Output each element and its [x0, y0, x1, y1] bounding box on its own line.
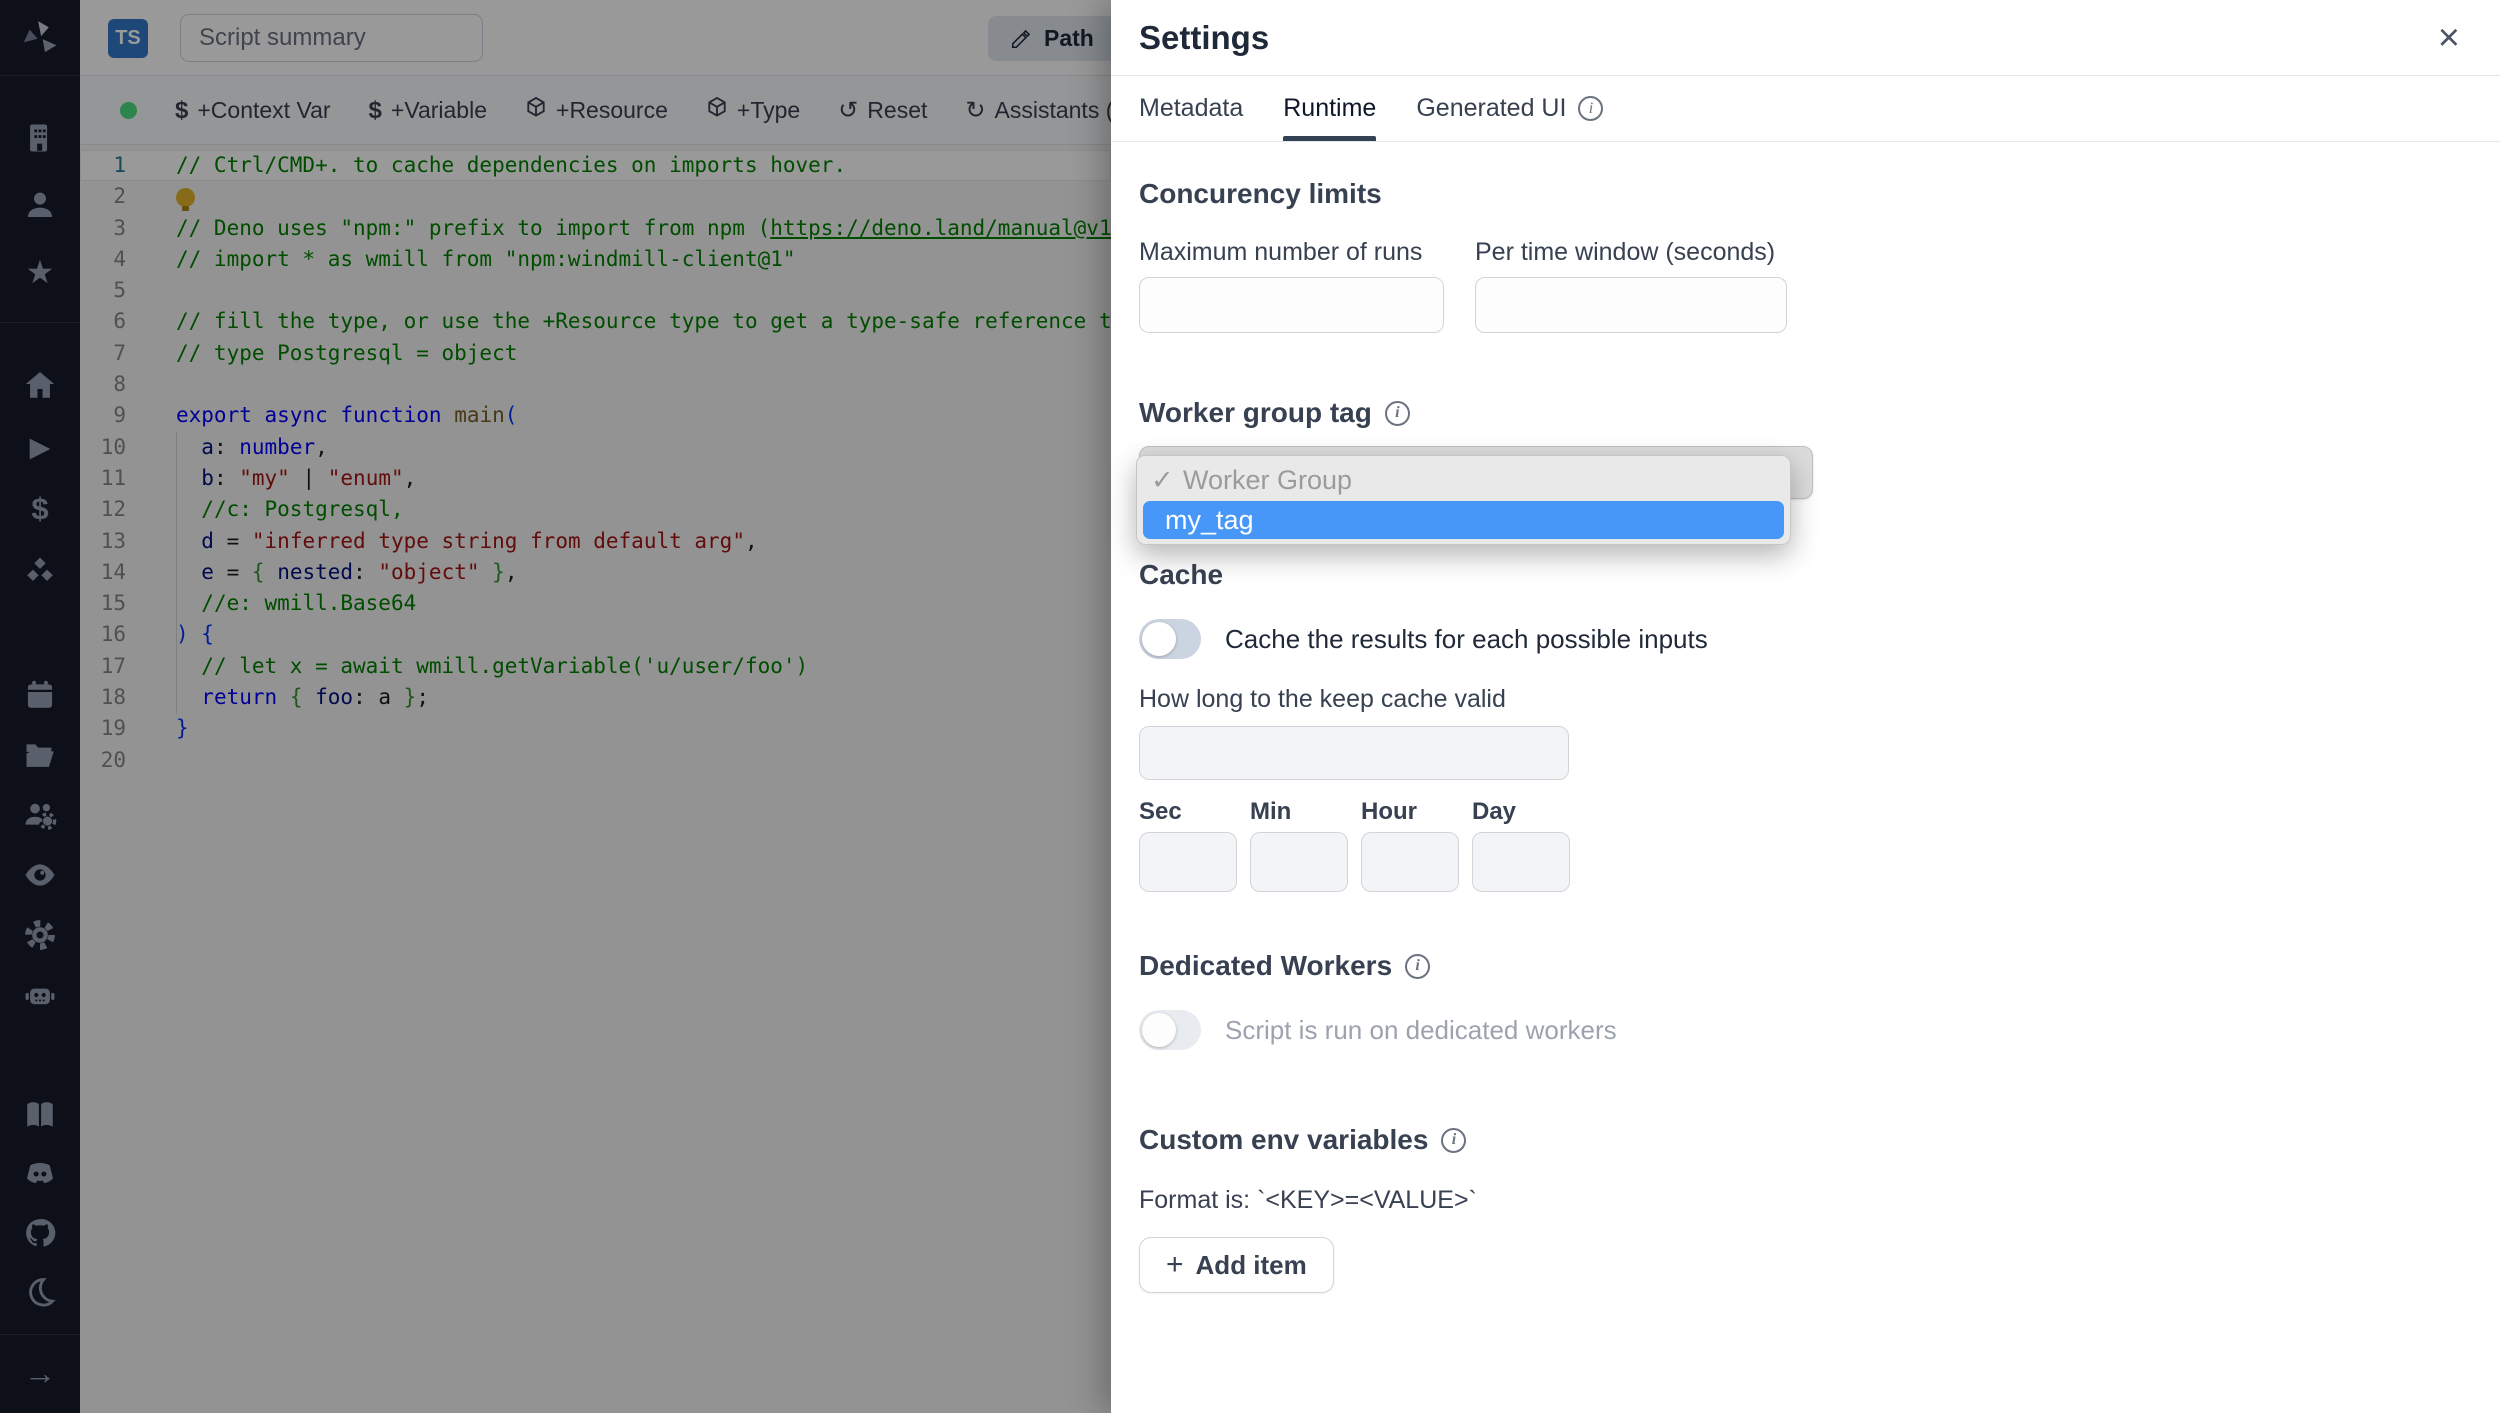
tab-generated-ui[interactable]: Generated UI i — [1416, 76, 1604, 141]
add-item-button[interactable]: + Add item — [1139, 1237, 1334, 1293]
concurrency-fields: Maximum number of runs Per time window (… — [1139, 238, 2472, 333]
dedicated-workers-heading: Dedicated Workers i — [1139, 950, 2472, 982]
windmill-app: ★▶$→ TS Path $+Context Var$+Variable+Res… — [0, 0, 2500, 1413]
hour-input[interactable] — [1361, 832, 1459, 892]
time-window-input[interactable] — [1475, 277, 1787, 333]
tab-runtime[interactable]: Runtime — [1283, 76, 1377, 141]
settings-drawer: Settings × Metadata Runtime Generated UI i … — [1111, 0, 2500, 1413]
custom-env-heading: Custom env variables i — [1139, 1124, 2472, 1156]
tab-metadata[interactable]: Metadata — [1139, 76, 1243, 141]
dedicated-workers-heading-label: Dedicated Workers — [1139, 950, 1393, 981]
concurrency-heading: Concurency limits — [1139, 178, 1382, 209]
plus-icon: + — [1166, 1248, 1184, 1281]
info-icon[interactable]: i — [1405, 953, 1431, 979]
cache-unit-min: Min — [1250, 798, 1348, 892]
worker-group-dropdown-menu: ✓ Worker Group my_tag — [1136, 455, 1791, 545]
worker-group-select-wrap: ✓ Worker Group my_tag — [1136, 446, 1813, 545]
dedicated-toggle-row: Script is run on dedicated workers — [1139, 1010, 2472, 1050]
check-icon: ✓ — [1151, 464, 1174, 495]
info-icon[interactable]: i — [1384, 400, 1410, 426]
toggle-knob — [1142, 622, 1176, 656]
unit-label: Hour — [1361, 798, 1417, 825]
info-icon: i — [1578, 96, 1604, 121]
cache-toggle-row: Cache the results for each possible inpu… — [1139, 619, 2472, 659]
day-input[interactable] — [1472, 832, 1570, 892]
dropdown-option-my_tag[interactable]: my_tag — [1143, 501, 1784, 539]
cache-unit-sec: Sec — [1139, 798, 1237, 892]
add-item-button-label: Add item — [1195, 1249, 1307, 1280]
dedicated-workers-toggle[interactable] — [1139, 1010, 1201, 1050]
worker-group-heading-label: Worker group tag — [1139, 397, 1372, 428]
min-input[interactable] — [1250, 832, 1348, 892]
sec-input[interactable] — [1139, 832, 1237, 892]
info-icon[interactable]: i — [1441, 1127, 1467, 1153]
drawer-content: Concurency limits Maximum number of runs… — [1111, 178, 2500, 1293]
drawer-header: Settings × — [1111, 0, 2500, 76]
time-window-group: Per time window (seconds) — [1475, 238, 1787, 333]
env-format-hint: Format is: `<KEY>=<VALUE>` — [1139, 1186, 1477, 1214]
max-runs-label: Maximum number of runs — [1139, 238, 1423, 266]
max-runs-group: Maximum number of runs — [1139, 238, 1444, 333]
unit-label: Min — [1250, 798, 1292, 825]
close-icon[interactable]: × — [2438, 19, 2460, 57]
cache-toggle[interactable] — [1139, 619, 1201, 659]
cache-unit-day: Day — [1472, 798, 1570, 892]
unit-label: Day — [1472, 798, 1517, 825]
cache-units-grid: Sec Min Hour Day — [1139, 798, 2472, 892]
cache-duration-label: How long to the keep cache valid — [1139, 685, 1506, 713]
time-window-label: Per time window (seconds) — [1475, 238, 1776, 266]
worker-group-heading: Worker group tag i — [1139, 397, 2472, 429]
settings-tabs: Metadata Runtime Generated UI i — [1111, 76, 2500, 142]
unit-label: Sec — [1139, 798, 1182, 825]
max-runs-input[interactable] — [1139, 277, 1444, 333]
cache-unit-hour: Hour — [1361, 798, 1459, 892]
custom-env-heading-label: Custom env variables — [1139, 1124, 1429, 1155]
toggle-knob — [1142, 1013, 1176, 1047]
dedicated-workers-toggle-label: Script is run on dedicated workers — [1225, 1014, 1617, 1045]
cache-toggle-label: Cache the results for each possible inpu… — [1225, 623, 1708, 654]
drawer-title: Settings — [1139, 18, 1270, 56]
cache-duration-input[interactable] — [1139, 726, 1569, 780]
dropdown-option-worker-group[interactable]: ✓ Worker Group — [1137, 459, 1790, 501]
cache-heading: Cache — [1139, 559, 1224, 590]
